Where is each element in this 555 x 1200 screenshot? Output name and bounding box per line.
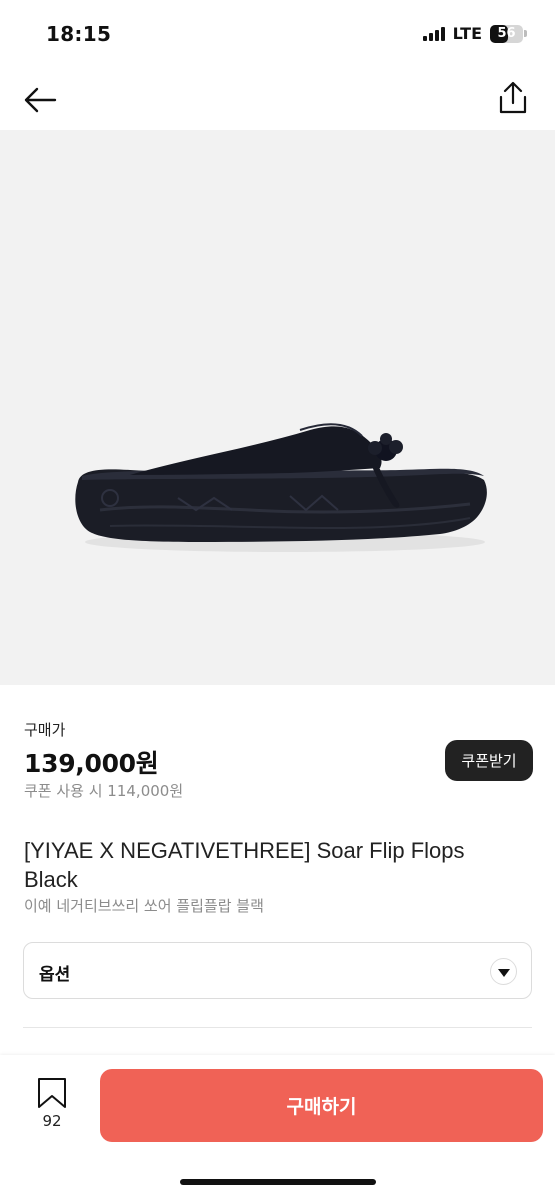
home-indicator <box>180 1179 376 1185</box>
battery-icon: 56 <box>490 24 527 43</box>
divider <box>23 1027 532 1028</box>
price: 139,000원 <box>24 749 159 778</box>
coupon-price: 쿠폰 사용 시 114,000원 <box>24 782 184 800</box>
status-indicators: LTE 56 <box>422 24 527 43</box>
coupon-button[interactable]: 쿠폰받기 <box>445 740 533 781</box>
back-button[interactable] <box>20 80 60 120</box>
bottom-bar: 92 구매하기 <box>0 1055 555 1200</box>
bookmark-count: 92 <box>42 1112 62 1130</box>
bookmark-button[interactable]: 92 <box>30 1077 74 1137</box>
signal-icon <box>422 26 445 41</box>
bookmark-icon <box>38 1078 66 1108</box>
price-label: 구매가 <box>24 721 66 739</box>
sandal-image <box>75 423 487 552</box>
option-label: 옵션 <box>39 965 71 985</box>
status-time: 18:15 <box>46 22 112 46</box>
product-image[interactable] <box>0 130 555 685</box>
battery-level: 56 <box>497 25 516 41</box>
chevron-down-icon <box>490 958 517 985</box>
network-type: LTE <box>452 24 482 43</box>
top-nav <box>0 70 555 130</box>
share-button[interactable] <box>493 78 533 118</box>
product-title: [YIYAE X NEGATIVETHREE] Soar Flip Flops … <box>24 838 465 892</box>
share-icon <box>499 81 527 114</box>
arrow-left-icon <box>24 87 57 113</box>
option-select[interactable]: 옵션 <box>23 942 532 999</box>
status-bar: 18:15 LTE 56 <box>0 0 555 70</box>
buy-button[interactable]: 구매하기 <box>100 1069 543 1142</box>
product-subtitle: 이예 네거티브쓰리 쏘어 플립플랍 블랙 <box>24 897 264 915</box>
